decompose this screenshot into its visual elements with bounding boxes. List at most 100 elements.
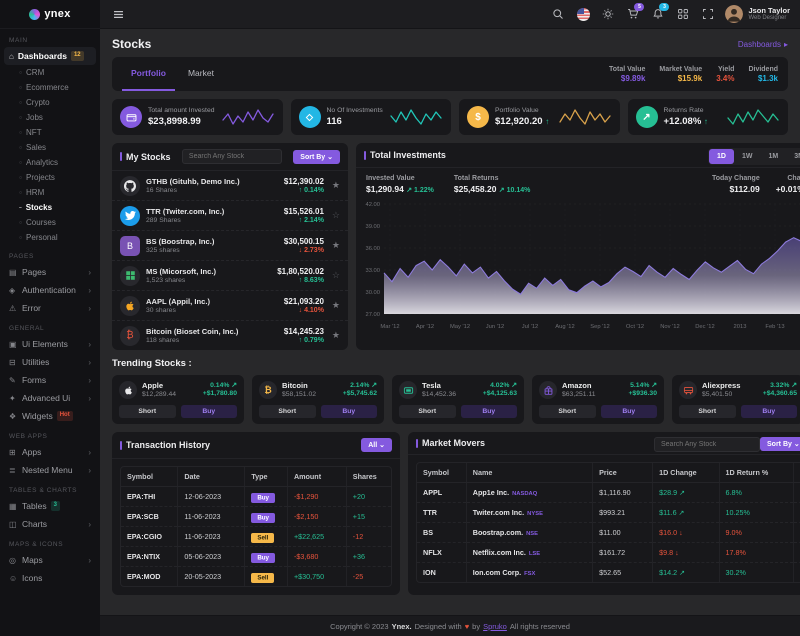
column-header[interactable]: Name (466, 463, 592, 483)
sidebar-subitem[interactable]: – Stocks (0, 200, 100, 215)
wallet-icon (120, 106, 142, 128)
table-row[interactable]: EPA:CGIO 11-06-2023 Sell +$22,625 -12 (121, 527, 391, 547)
sidebar-item[interactable]: ▤ Pages › (0, 263, 100, 281)
sidebar-item[interactable]: ◫ Charts › (0, 515, 100, 533)
sidebar-item[interactable]: ❖ Widgets Hot (0, 407, 100, 425)
buy-button[interactable]: Buy (601, 405, 658, 418)
notifications-bell-icon[interactable]: 3 (650, 6, 666, 22)
short-button[interactable]: Short (399, 405, 456, 418)
stock-list-item[interactable]: B ₿ BS (Boostrap, Inc.) 325 shares (112, 231, 348, 261)
range-button[interactable]: 3M (786, 149, 800, 164)
sidebar-subitem[interactable]: ○ Ecommerce (0, 80, 100, 95)
range-button[interactable]: 1M (760, 149, 786, 164)
brand-logo[interactable]: ynex (0, 0, 100, 29)
buy-button[interactable]: Buy (321, 405, 378, 418)
stock-list-item[interactable]: B ₿ GTHB (Gituhb, Demo Inc.) 16 Shares (112, 171, 348, 201)
range-button[interactable]: 1W (734, 149, 761, 164)
column-header[interactable]: Volume (794, 463, 800, 483)
filter-all-button[interactable]: All ⌄ (361, 438, 392, 452)
column-header[interactable]: Symbol (417, 463, 466, 483)
sidebar-subitem[interactable]: ○ Crypto (0, 95, 100, 110)
sidebar-item[interactable]: ✦ Advanced Ui › (0, 389, 100, 407)
table-row[interactable]: APPL App1e Inc.NASDAQ $1,116.90 $28.9 ↗ … (417, 483, 800, 503)
column-header[interactable]: Shares (346, 467, 391, 487)
breadcrumb-label[interactable]: Dashboards (738, 40, 781, 49)
sidebar-item[interactable]: ◎ Maps › (0, 551, 100, 569)
column-header[interactable]: Amount (287, 467, 346, 487)
favorite-star-icon[interactable]: ☆ (332, 210, 340, 221)
sidebar-item[interactable]: ☺ Icons (0, 569, 100, 587)
favorite-star-icon[interactable]: ☆ (332, 270, 340, 281)
fullscreen-icon[interactable] (700, 6, 716, 22)
sidebar-item[interactable]: ≣ Nested Menu › (0, 461, 100, 479)
svg-text:Sep '12: Sep '12 (590, 324, 609, 330)
sidebar-item[interactable]: ⊞ Apps › (0, 443, 100, 461)
favorite-star-icon[interactable]: ★ (332, 240, 340, 251)
my-stocks-search-input[interactable] (182, 149, 282, 164)
tab[interactable]: Portfolio (122, 57, 175, 91)
search-icon[interactable] (550, 6, 566, 22)
stat-label: Returns Rate (664, 107, 721, 114)
favorite-star-icon[interactable]: ★ (332, 180, 340, 191)
market-movers-search-input[interactable] (654, 437, 760, 452)
sidebar-subitem[interactable]: ○ NFT (0, 125, 100, 140)
sort-by-button[interactable]: Sort By ⌄ (760, 437, 800, 451)
short-button[interactable]: Short (679, 405, 736, 418)
sidebar-item[interactable]: ▣ Ui Elements › (0, 335, 100, 353)
column-header[interactable]: Price (593, 463, 653, 483)
stock-list-item[interactable]: B ₿ TTR (Twiter.com, Inc.) 289 Shares (112, 201, 348, 231)
favorite-star-icon[interactable]: ★ (332, 330, 340, 341)
sidebar-subitem[interactable]: ○ Jobs (0, 110, 100, 125)
table-row[interactable]: EPA:SCB 11-06-2023 Buy -$2,150 +15 (121, 507, 391, 527)
table-row[interactable]: TTR Twiter.com Inc.NYSE $993.21 $11.6 ↗ … (417, 503, 800, 523)
column-header[interactable]: Date (178, 467, 245, 487)
column-header[interactable]: Symbol (121, 467, 178, 487)
table-header-row: SymbolNamePrice1D Change1D Return %Volum… (417, 463, 800, 483)
table-row[interactable]: BS Boostrap.com.NSE $11.00 $16.0 ↓ 9.0% … (417, 523, 800, 543)
sidebar-item[interactable]: ⚠ Error › (0, 299, 100, 317)
buy-button[interactable]: Buy (741, 405, 798, 418)
sidebar-item[interactable]: ⊟ Utilities › (0, 353, 100, 371)
buy-button[interactable]: Buy (461, 405, 518, 418)
buy-button[interactable]: Buy (181, 405, 238, 418)
table-row[interactable]: EPA:THI 12-06-2023 Buy -$1,290 +20 (121, 487, 391, 507)
spruko-link[interactable]: Spruko (483, 622, 507, 631)
language-flag-icon[interactable] (575, 6, 591, 22)
sidebar-item[interactable]: ▦ Tables 3 (0, 497, 100, 515)
column-header[interactable]: Type (245, 467, 288, 487)
table-row[interactable]: EPA:NTIX 05-06-2023 Buy -$3,680 +36 (121, 547, 391, 567)
short-button[interactable]: Short (539, 405, 596, 418)
stock-list-item[interactable]: B ₿ Bitcoin (Bioset Coin, Inc.) 118 shar… (112, 321, 348, 350)
stock-list-item[interactable]: B ₿ MS (Micorsoft, Inc.) 1,523 shares (112, 261, 348, 291)
sort-by-button[interactable]: Sort By ⌄ (293, 150, 340, 164)
sidebar-subitem-label: Projects (26, 173, 55, 182)
theme-toggle-icon[interactable] (600, 6, 616, 22)
short-button[interactable]: Short (119, 405, 176, 418)
sidebar-item[interactable]: ✎ Forms › (0, 371, 100, 389)
sidebar-item[interactable]: ◈ Authentication › (0, 281, 100, 299)
sidebar-subitem[interactable]: ○ HRM (0, 185, 100, 200)
total-investments-chart[interactable]: 42.0039.0036.0033.0030.0027.00Mar '12Apr… (356, 198, 800, 338)
tab[interactable]: Market (179, 57, 223, 91)
sidebar-subitem[interactable]: ○ Sales (0, 140, 100, 155)
table-row[interactable]: NFLX Netflix.com Inc.LSE $161.72 $9.8 ↓ … (417, 543, 800, 563)
sidebar-subitem[interactable]: ○ Personal (0, 230, 100, 245)
sidebar-subitem[interactable]: ○ CRM (0, 65, 100, 80)
range-button[interactable]: 1D (709, 149, 734, 164)
favorite-star-icon[interactable]: ★ (332, 300, 340, 311)
table-row[interactable]: ION Ion.com Corp.FSX $52.65 $14.2 ↗ 30.2… (417, 563, 800, 583)
breadcrumb[interactable]: Dashboards ▸ (738, 40, 788, 49)
cart-icon[interactable]: 5 (625, 6, 641, 22)
sidebar-item-dashboards[interactable]: ⌂ Dashboards 12 (4, 47, 96, 65)
menu-toggle-icon[interactable] (110, 6, 126, 22)
stock-list-item[interactable]: B ₿ AAPL (Appil, Inc.) 30 shares (112, 291, 348, 321)
column-header[interactable]: 1D Return % (719, 463, 794, 483)
sidebar-subitem[interactable]: ○ Analytics (0, 155, 100, 170)
column-header[interactable]: 1D Change (653, 463, 719, 483)
sidebar-subitem[interactable]: ○ Projects (0, 170, 100, 185)
sidebar-subitem[interactable]: ○ Courses (0, 215, 100, 230)
table-row[interactable]: EPA:MOD 20-05-2023 Sell +$30,750 -25 (121, 567, 391, 587)
user-menu[interactable]: Json Taylor Web Designer (725, 5, 790, 23)
short-button[interactable]: Short (259, 405, 316, 418)
apps-grid-icon[interactable] (675, 6, 691, 22)
